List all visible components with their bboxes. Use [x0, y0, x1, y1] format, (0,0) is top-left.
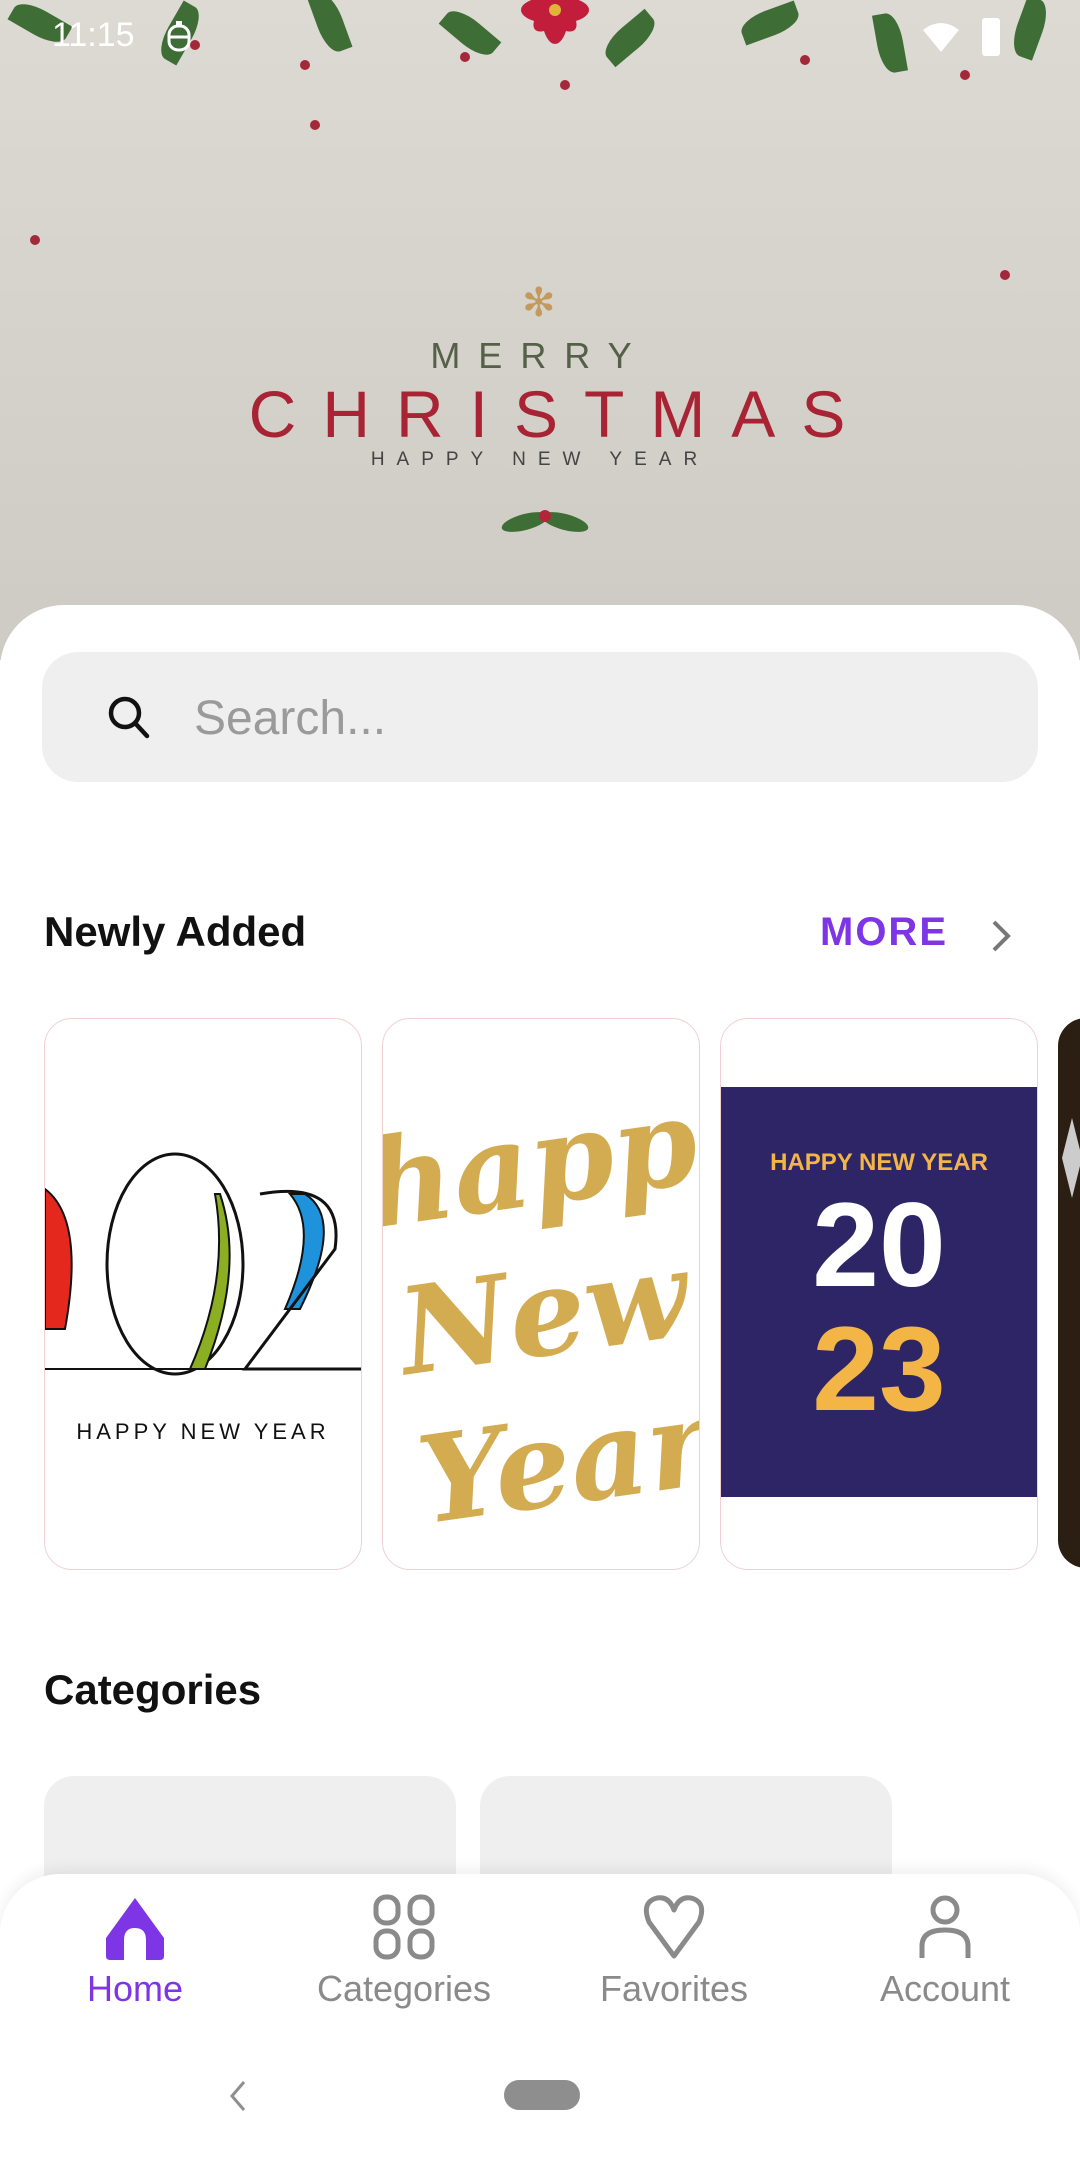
notification-icon — [167, 21, 191, 52]
nav-item-account[interactable]: Account — [825, 1894, 1065, 2010]
nav-label-home: Home — [86, 1968, 184, 2009]
greeting-card[interactable]: HAPPY NEW YEAR — [44, 1018, 362, 1570]
snowflake-icon: ✻ — [522, 281, 556, 325]
greeting-card[interactable]: HAPPY NEW YEAR 20 23 — [720, 1018, 1038, 1570]
card-navy-bg: HAPPY NEW YEAR 20 23 — [721, 1087, 1037, 1497]
nav-label-favorites: Favorites — [599, 1968, 749, 2009]
person-icon — [919, 1895, 971, 1958]
card-image-2023-colorful — [45, 1152, 361, 1376]
system-back-button[interactable] — [228, 2080, 248, 2112]
holly-icon — [501, 510, 589, 532]
hero-banner: ✻ MERRY CHRISTMAS HAPPY NEW YEAR — [0, 0, 1080, 660]
nav-label-account: Account — [879, 1968, 1011, 2009]
hero-merry: MERRY — [430, 335, 650, 376]
newly-added-title: Newly Added — [44, 908, 307, 955]
greeting-card[interactable]: happy New Year — [382, 1018, 700, 1570]
nav-label-categories: Categories — [316, 1968, 492, 2009]
berry — [560, 80, 570, 90]
card-year-bottom: 23 — [812, 1302, 946, 1436]
card-caption: HAPPY NEW YEAR — [770, 1149, 988, 1176]
nav-item-favorites[interactable]: Favorites — [554, 1894, 794, 2010]
card-caption: HAPPY NEW YEAR — [76, 1419, 330, 1444]
berry — [30, 235, 40, 245]
system-home-pill[interactable] — [504, 2080, 580, 2110]
search-icon — [108, 696, 150, 739]
nav-item-categories[interactable]: Categories — [284, 1894, 524, 2010]
heart-icon — [643, 1895, 705, 1959]
battery-charging-icon — [982, 18, 1000, 56]
hero-happy-new-year: HAPPY NEW YEAR — [370, 449, 710, 470]
categories-title: Categories — [44, 1666, 262, 1713]
berry — [1000, 270, 1010, 280]
nav-item-home[interactable]: Home — [15, 1894, 255, 2010]
home-icon — [106, 1898, 164, 1960]
hero-christmas: CHRISTMAS — [248, 377, 872, 451]
wifi-icon — [923, 23, 959, 52]
bottom-nav: Home Categories Favorites Account — [0, 1874, 1080, 2160]
ornament-icon — [1062, 1118, 1080, 1198]
berry — [310, 120, 320, 130]
grid-icon — [373, 1894, 435, 1960]
card-gold-script: happy New Year — [382, 1060, 700, 1553]
card-year-top: 20 — [812, 1178, 946, 1312]
status-bar: 11:15 — [0, 0, 1080, 76]
search-input[interactable] — [192, 652, 996, 784]
search-bar[interactable] — [42, 652, 1038, 784]
more-button[interactable]: MORE — [820, 910, 948, 955]
chevron-right-icon[interactable] — [990, 918, 1012, 954]
greeting-card[interactable] — [1058, 1018, 1080, 1568]
status-time: 11:15 — [52, 16, 135, 54]
